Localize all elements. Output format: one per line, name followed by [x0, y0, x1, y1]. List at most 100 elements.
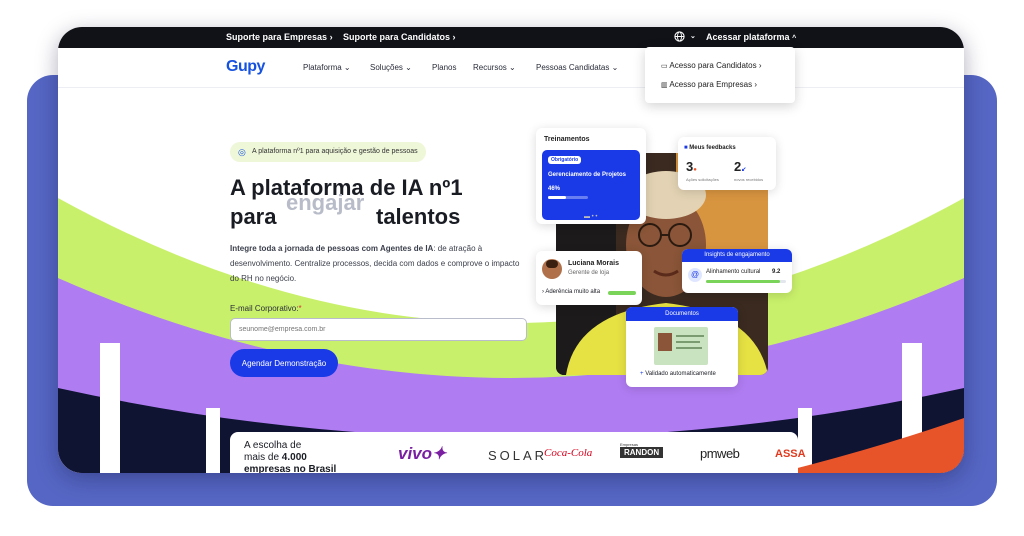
candidate-name: Luciana Morais — [568, 260, 619, 267]
id-document-image — [654, 327, 708, 365]
feedback-count-2: 2↙ — [734, 159, 746, 174]
nav-item-solucoes[interactable]: Soluções ⌄ — [370, 63, 412, 72]
main-navbar: Gupy Plataforma ⌄ Soluções ⌄ Planos Recu… — [58, 48, 964, 88]
hero-badge: ◎ A plataforma nº1 para aquisição e gest… — [230, 142, 426, 162]
hero-title-for: para — [230, 204, 277, 229]
at-sign-icon: @ — [688, 268, 702, 282]
nav-label: Soluções — [370, 63, 403, 72]
insights-track — [706, 280, 786, 283]
course-name: Gerenciamento de Projetos — [548, 172, 627, 178]
award-icon: ◎ — [238, 147, 246, 157]
feedback-label-1: Ações solicitações — [686, 177, 719, 182]
support-companies-label: Suporte para Empresas — [226, 32, 328, 42]
documents-card: Documentos + Validado automaticamente — [626, 307, 738, 387]
dropdown-label: Acesso para Empresas — [669, 80, 753, 89]
course-progress-track — [548, 196, 588, 199]
documents-title: Documentos — [626, 307, 738, 321]
top-support-bar: Suporte para Empresas › Suporte para Can… — [58, 27, 964, 48]
clients-line1: A escolha de — [244, 440, 302, 451]
logo-solar: SOLAR — [488, 448, 548, 463]
nav-label: Planos — [432, 63, 457, 72]
insights-title: Insights de engajamento — [682, 249, 792, 262]
logo-randon: Empresas RANDON — [620, 442, 664, 458]
chevron-down-icon: ⌄ — [611, 63, 619, 72]
course-progress-fill — [548, 196, 567, 199]
feedback-title: Meus feedbacks — [689, 145, 736, 151]
feedback-card: ■ Meus feedbacks 3● Ações solicitações 2… — [678, 137, 776, 190]
client-logos-section: A escolha de mais de 4.000 empresas no B… — [230, 432, 806, 473]
training-course-tile[interactable]: Obrigatório Gerenciamento de Projetos 46… — [542, 150, 640, 220]
validated-row: + Validado automaticamente — [640, 371, 716, 377]
clients-line2-prefix: mais de — [244, 452, 280, 463]
check-icon: + — [640, 371, 644, 377]
course-progress-label: 46% — [548, 186, 561, 192]
arrow-icon: ↙ — [741, 167, 747, 173]
chevron-right-icon: › — [542, 289, 544, 295]
access-platform-button[interactable]: Acessar plataforma ^ — [706, 32, 796, 42]
carousel-dots[interactable]: ▬ • • — [584, 214, 598, 220]
nav-label: Plataforma — [303, 63, 342, 72]
dropdown-label: Acesso para Candidatos — [669, 61, 757, 70]
adherence-status: Aderência muito alta — [545, 289, 601, 295]
randon-text: RANDON — [620, 447, 664, 458]
insights-fill — [706, 280, 780, 283]
nav-label: Pessoas Candidatas — [536, 63, 610, 72]
chevron-up-icon: ^ — [792, 35, 797, 42]
access-platform-label: Acessar plataforma — [706, 32, 790, 42]
hero-title-end: talentos — [376, 204, 461, 229]
browser-frame: Suporte para Empresas › Suporte para Can… — [58, 27, 964, 473]
nav-item-planos[interactable]: Planos — [432, 63, 456, 72]
canvas: Suporte para Empresas › Suporte para Can… — [0, 0, 1024, 536]
dropdown-item-companies[interactable]: ▥ Acesso para Empresas › — [661, 80, 757, 89]
globe-icon[interactable] — [674, 31, 685, 44]
validated-status: Validado automaticamente — [645, 371, 716, 377]
support-companies-link[interactable]: Suporte para Empresas › — [226, 32, 333, 42]
logo-vivo: vivo✦ — [398, 444, 446, 464]
chevron-right-icon: › — [329, 32, 333, 42]
hero-description: Integre toda a jornada de pessoas com Ag… — [230, 241, 530, 286]
insights-card: Insights de engajamento @ Alinhamento cu… — [682, 249, 792, 293]
feedback-header: ■ Meus feedbacks — [684, 145, 736, 151]
chevron-right-icon: › — [754, 80, 758, 89]
insights-score: 9.2 — [772, 269, 781, 275]
desc-bold: Integre toda a jornada de pessoas com Ag… — [230, 244, 434, 253]
avatar — [542, 259, 562, 279]
language-chevron-icon[interactable]: ⌄ — [690, 32, 696, 40]
nav-item-plataforma[interactable]: Plataforma ⌄ — [303, 63, 351, 72]
email-input[interactable] — [230, 318, 527, 341]
candidate-role: Gerente de loja — [568, 270, 610, 276]
support-candidates-label: Suporte para Candidatos — [343, 32, 451, 42]
training-card: Treinamentos Obrigatório Gerenciamento d… — [536, 128, 646, 224]
nav-item-pessoas-candidatas[interactable]: Pessoas Candidatas ⌄ — [536, 63, 618, 72]
logo-coca-cola: Coca-Cola — [544, 447, 593, 459]
chevron-down-icon: ⌄ — [343, 63, 351, 72]
vivo-figure-icon: ✦ — [432, 444, 447, 463]
vivo-text: vivo — [398, 444, 433, 463]
clients-line2: mais de 4.000 — [244, 452, 336, 464]
feedback-count-1: 3● — [686, 159, 697, 174]
candidate-card: Luciana Morais Gerente de loja › Aderênc… — [536, 251, 642, 305]
chevron-down-icon: ⌄ — [405, 63, 412, 72]
mandatory-tag: Obrigatório — [548, 156, 582, 164]
required-mark: * — [298, 304, 302, 313]
feedback-label-2: novos recebidos — [734, 177, 764, 182]
logo-pmweb: pmweb — [700, 446, 740, 461]
support-candidates-link[interactable]: Suporte para Candidatos › — [343, 32, 456, 42]
training-title: Treinamentos — [544, 136, 590, 143]
schedule-demo-button[interactable]: Agendar Demonstração — [230, 349, 338, 377]
hero-title-rotating-word: engajar — [286, 190, 365, 215]
chevron-down-icon: ⌄ — [509, 63, 516, 72]
nav-item-recursos[interactable]: Recursos ⌄ — [473, 63, 516, 72]
email-label-text: E-mail Corporativo: — [230, 304, 299, 313]
chevron-right-icon: › — [452, 32, 456, 42]
dropdown-item-candidates[interactable]: ▭ Acesso para Candidatos › — [661, 61, 761, 70]
clients-count: 4.000 — [281, 452, 307, 463]
badge-text: A plataforma nº1 para aquisição e gestão… — [252, 148, 418, 155]
clients-line3: empresas no Brasil — [244, 464, 337, 473]
insights-metric: Alinhamento cultural — [706, 269, 761, 275]
building-icon: ▥ — [661, 82, 668, 89]
gupy-logo[interactable]: Gupy — [226, 58, 265, 76]
logo-assai: ASSA — [775, 448, 806, 460]
email-label: E-mail Corporativo:* — [230, 304, 302, 313]
id-card-icon: ▭ — [661, 63, 668, 70]
